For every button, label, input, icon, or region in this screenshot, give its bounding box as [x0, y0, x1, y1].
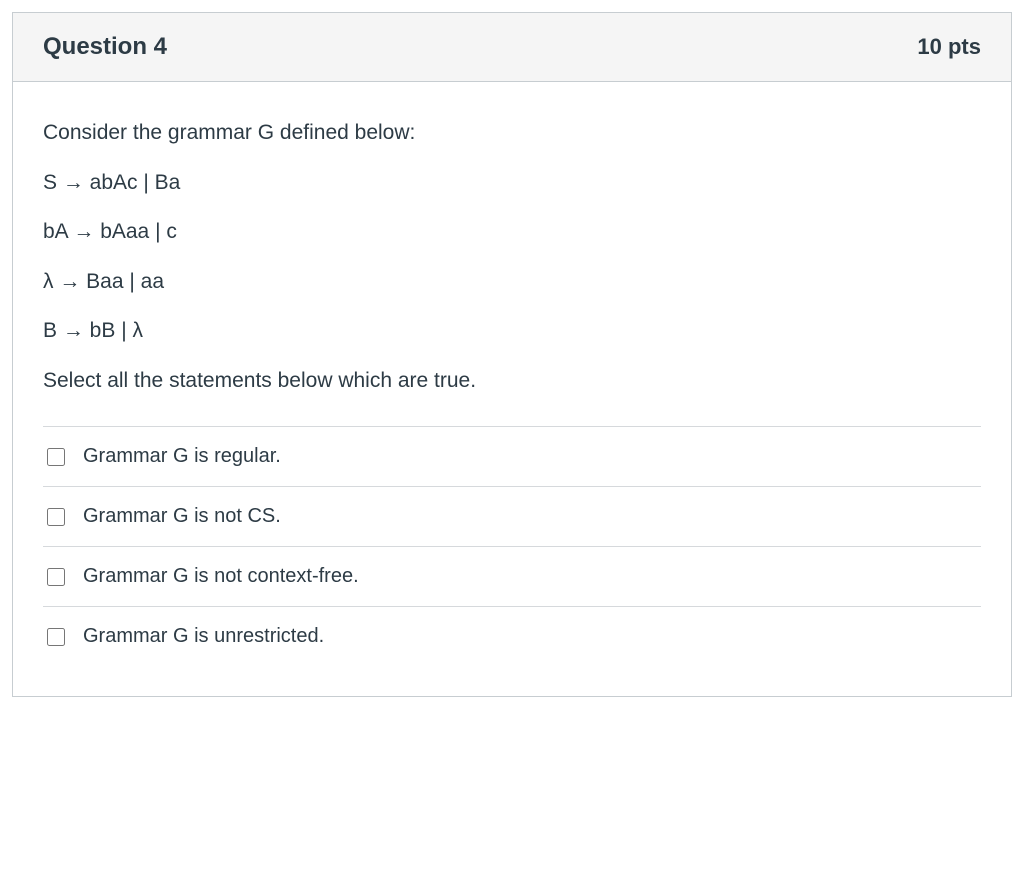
prompt-intro: Consider the grammar G defined below: — [43, 117, 981, 149]
question-body: Consider the grammar G defined below: S … — [13, 82, 1011, 696]
question-points: 10 pts — [917, 34, 981, 60]
option-label-2[interactable]: Grammar G is not CS. — [83, 505, 281, 528]
grammar-rule-1: S → abAc | Ba — [43, 167, 981, 199]
grammar-rule-4: B → bB | λ — [43, 315, 981, 347]
grammar-rule-3: λ → Baa | aa — [43, 266, 981, 298]
option-row: Grammar G is unrestricted. — [43, 606, 981, 666]
prompt-instruction: Select all the statements below which ar… — [43, 365, 981, 397]
grammar-rule-2: bA → bAaa | c — [43, 216, 981, 248]
option-checkbox-2[interactable] — [47, 508, 65, 526]
option-checkbox-3[interactable] — [47, 568, 65, 586]
question-title: Question 4 — [43, 33, 167, 61]
options-container: Grammar G is regular. Grammar G is not C… — [43, 426, 981, 666]
option-checkbox-1[interactable] — [47, 448, 65, 466]
question-card: Question 4 10 pts Consider the grammar G… — [12, 12, 1012, 697]
question-header: Question 4 10 pts — [13, 13, 1011, 82]
option-label-1[interactable]: Grammar G is regular. — [83, 445, 281, 468]
option-label-4[interactable]: Grammar G is unrestricted. — [83, 625, 324, 648]
option-row: Grammar G is regular. — [43, 426, 981, 486]
option-row: Grammar G is not CS. — [43, 486, 981, 546]
option-row: Grammar G is not context-free. — [43, 546, 981, 606]
option-checkbox-4[interactable] — [47, 628, 65, 646]
option-label-3[interactable]: Grammar G is not context-free. — [83, 565, 359, 588]
